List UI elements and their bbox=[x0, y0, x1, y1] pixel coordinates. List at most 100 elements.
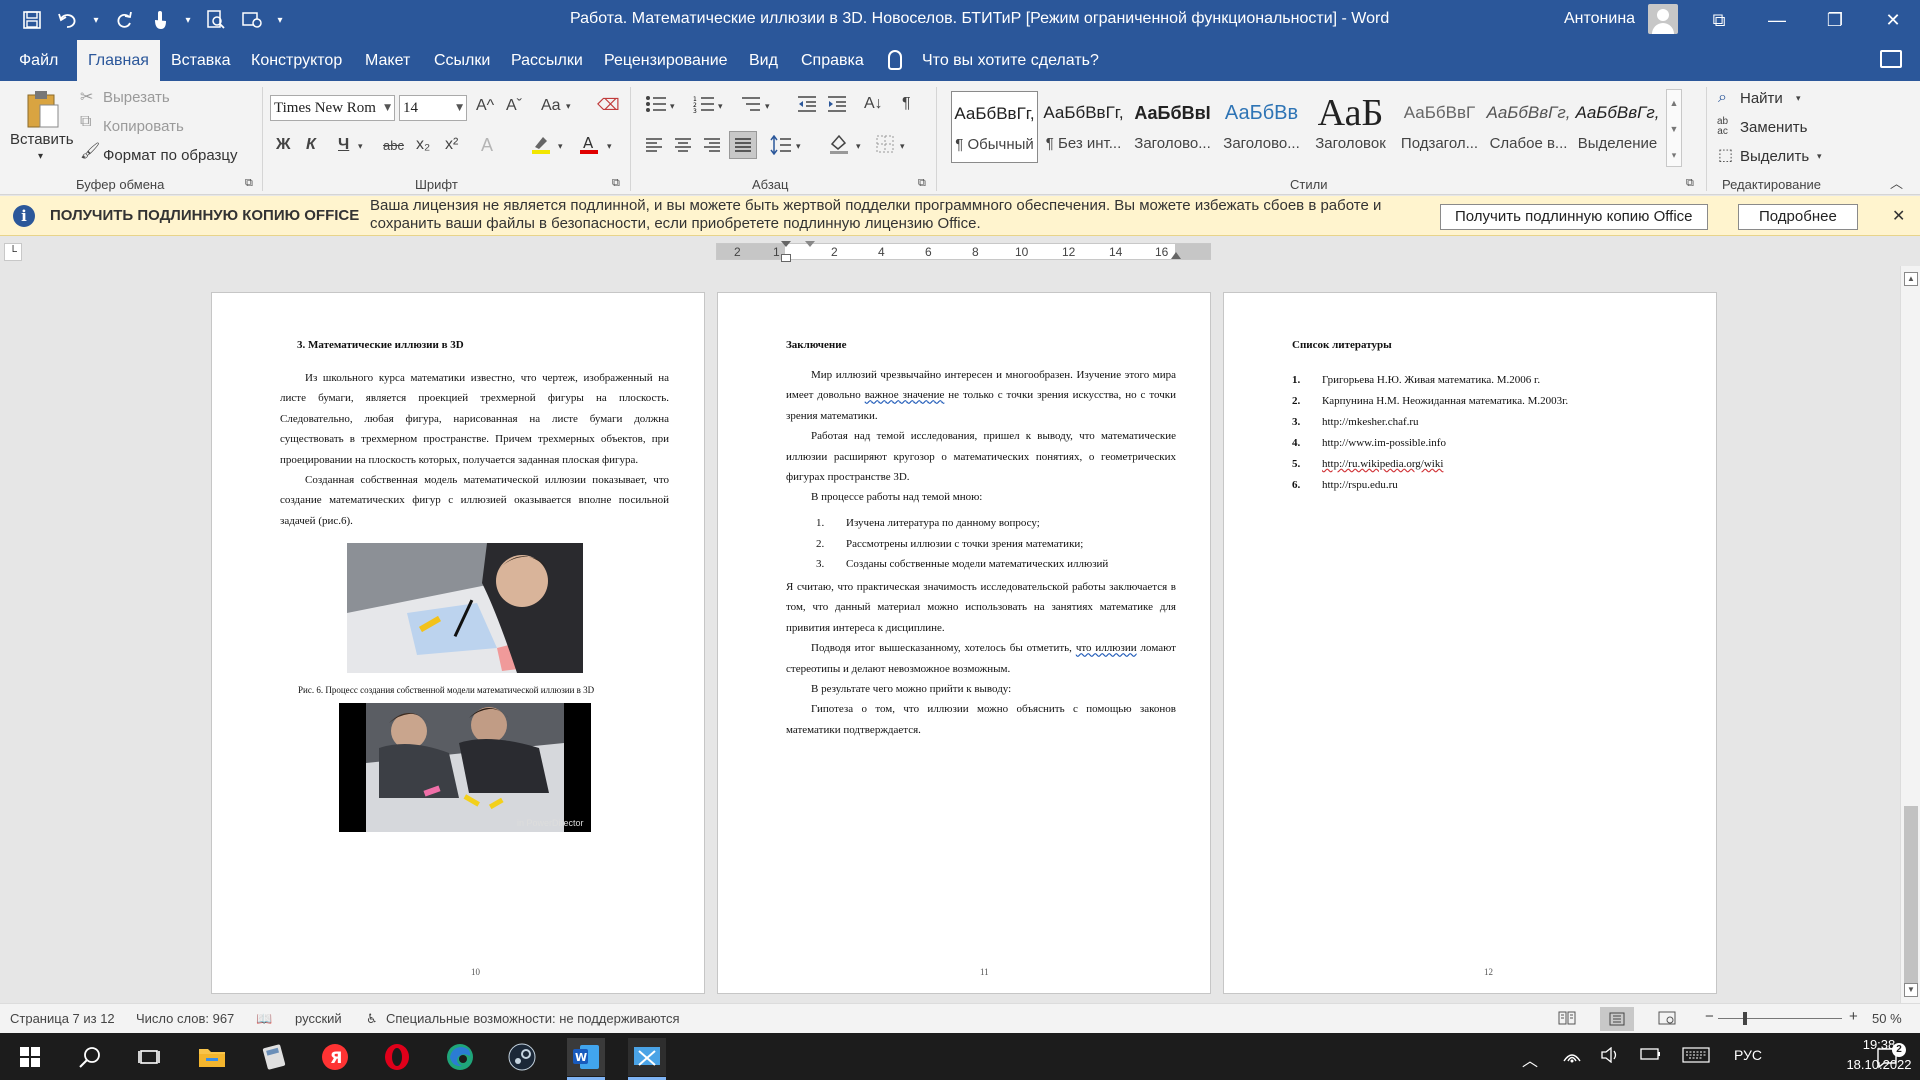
save-icon[interactable] bbox=[18, 7, 46, 33]
tab-review[interactable]: Рецензирование bbox=[593, 40, 739, 81]
tab-help[interactable]: Справка bbox=[790, 40, 875, 81]
tab-view[interactable]: Вид bbox=[738, 40, 789, 81]
minimize-button[interactable]: — bbox=[1748, 0, 1806, 40]
calculator-app-icon[interactable] bbox=[258, 1041, 290, 1073]
superscript-button[interactable]: x² bbox=[445, 136, 458, 154]
file-explorer-icon[interactable] bbox=[196, 1041, 228, 1073]
paste-button[interactable]: Вставить bbox=[10, 131, 74, 148]
style-subtle-emphasis[interactable]: АаБбВвГг, Слабое в... bbox=[1485, 91, 1572, 163]
tab-layout[interactable]: Макет bbox=[354, 40, 421, 81]
first-line-indent-marker[interactable] bbox=[781, 241, 791, 247]
undo-icon[interactable] bbox=[54, 7, 82, 33]
redo-icon[interactable] bbox=[110, 7, 138, 33]
steam-icon[interactable] bbox=[506, 1041, 538, 1073]
snipping-tool-icon[interactable] bbox=[628, 1038, 666, 1076]
grow-font-icon[interactable]: A^ bbox=[476, 97, 494, 115]
change-case-icon[interactable]: Aa bbox=[541, 97, 561, 115]
page-12[interactable]: Список литературы 1. Григорьева Н.Ю. Жива… bbox=[1223, 292, 1717, 994]
cut-icon[interactable]: ✂ bbox=[80, 87, 93, 107]
numbering-dropdown-icon[interactable]: ▾ bbox=[718, 101, 723, 112]
accessibility-status[interactable]: Специальные возможности: не поддерживают… bbox=[386, 1011, 680, 1026]
highlight-dropdown-icon[interactable]: ▾ bbox=[558, 141, 563, 152]
learn-more-button[interactable]: Подробнее bbox=[1738, 204, 1858, 230]
page-count[interactable]: Страница 7 из 12 bbox=[10, 1011, 115, 1026]
select-dropdown-icon[interactable]: ▾ bbox=[1817, 151, 1822, 162]
find-dropdown-icon[interactable]: ▾ bbox=[1796, 93, 1801, 104]
borders-dropdown-icon[interactable]: ▾ bbox=[900, 141, 905, 152]
battery-icon[interactable] bbox=[1640, 1047, 1662, 1066]
align-right-icon[interactable] bbox=[703, 137, 721, 158]
zoom-in-button[interactable]: + bbox=[1849, 1008, 1858, 1025]
tab-home[interactable]: Главная bbox=[77, 40, 160, 81]
first-line-indent-marker-2[interactable] bbox=[805, 241, 815, 247]
format-painter-button[interactable]: Формат по образцу bbox=[103, 147, 238, 164]
scroll-down-icon[interactable]: ▼ bbox=[1904, 983, 1918, 997]
numbering-icon[interactable]: 123 bbox=[693, 95, 715, 118]
underline-button[interactable]: Ч bbox=[338, 136, 349, 154]
style-subtitle[interactable]: АаБбВвГ Подзагол... bbox=[1396, 91, 1483, 163]
subscript-button[interactable]: x₂ bbox=[416, 136, 430, 154]
increase-indent-icon[interactable] bbox=[826, 95, 848, 118]
word-taskbar-icon[interactable]: W bbox=[567, 1038, 605, 1076]
scroll-up-icon[interactable]: ▲ bbox=[1904, 272, 1918, 286]
paste-dropdown-icon[interactable]: ▾ bbox=[38, 151, 43, 162]
change-case-dropdown-icon[interactable]: ▾ bbox=[566, 101, 571, 112]
tab-design[interactable]: Конструктор bbox=[240, 40, 353, 81]
page-10[interactable]: 3. Математические иллюзии в 3D Из школьн… bbox=[211, 292, 705, 994]
font-color-dropdown-icon[interactable]: ▾ bbox=[607, 141, 612, 152]
get-genuine-office-button[interactable]: Получить подлинную копию Office bbox=[1440, 204, 1708, 230]
collapse-ribbon-icon[interactable]: ︿ bbox=[1890, 173, 1903, 192]
shading-icon[interactable] bbox=[828, 133, 850, 160]
underline-dropdown-icon[interactable]: ▾ bbox=[358, 141, 363, 152]
multilevel-dropdown-icon[interactable]: ▾ bbox=[765, 101, 770, 112]
justify-icon[interactable] bbox=[729, 131, 757, 159]
strikethrough-button[interactable]: abc bbox=[383, 138, 404, 153]
replace-icon[interactable]: ab ac bbox=[1717, 117, 1728, 137]
font-name-combo[interactable]: Times New Rom ▼ bbox=[270, 95, 395, 121]
style-normal[interactable]: АаБбВвГг, ¶ Обычный bbox=[951, 91, 1038, 163]
clipboard-launcher-icon[interactable]: ⧉ bbox=[245, 177, 253, 190]
format-painter-icon[interactable]: 🖌 bbox=[80, 141, 100, 161]
paste-icon[interactable] bbox=[26, 89, 60, 129]
document-area[interactable]: 3. Математические иллюзии в 3D Из школьн… bbox=[0, 266, 1900, 1003]
multilevel-list-icon[interactable] bbox=[740, 95, 762, 118]
undo-dropdown-icon[interactable]: ▾ bbox=[90, 7, 102, 33]
bullets-icon[interactable] bbox=[645, 95, 667, 118]
tab-insert[interactable]: Вставка bbox=[160, 40, 241, 81]
scroll-thumb[interactable] bbox=[1904, 806, 1918, 990]
volume-icon[interactable] bbox=[1600, 1046, 1620, 1068]
customize-qat-icon[interactable]: ▾ bbox=[274, 7, 286, 33]
text-effects-icon[interactable]: A bbox=[481, 135, 493, 156]
find-icon[interactable]: ⌕ bbox=[1718, 89, 1727, 107]
style-no-spacing[interactable]: АаБбВвГг, ¶ Без инт... bbox=[1040, 91, 1127, 163]
tell-me-search[interactable]: Что вы хотите сделать? bbox=[922, 40, 1099, 81]
copy-button[interactable]: Копировать bbox=[103, 118, 184, 135]
zoom-slider[interactable] bbox=[1718, 1018, 1842, 1019]
align-left-icon[interactable] bbox=[645, 137, 663, 158]
proofing-icon[interactable]: 📖 bbox=[256, 1011, 272, 1027]
input-language[interactable]: РУС bbox=[1734, 1047, 1762, 1063]
hanging-indent-marker[interactable] bbox=[781, 254, 791, 262]
edge-browser-icon[interactable] bbox=[444, 1041, 476, 1073]
word-count[interactable]: Число слов: 967 bbox=[136, 1011, 234, 1026]
replace-button[interactable]: Заменить bbox=[1740, 119, 1807, 136]
line-spacing-icon[interactable] bbox=[770, 134, 792, 160]
ribbon-display-options-icon[interactable]: ⧉ bbox=[1690, 0, 1748, 40]
vertical-scrollbar[interactable]: ▲ ▼ bbox=[1900, 266, 1920, 1003]
zoom-level[interactable]: 50 % bbox=[1872, 1011, 1902, 1026]
style-title[interactable]: АаБ Заголовок bbox=[1307, 91, 1394, 163]
user-name[interactable]: Антонина bbox=[1564, 10, 1635, 28]
search-icon[interactable] bbox=[74, 1041, 106, 1073]
tab-selector-icon[interactable]: └ bbox=[4, 243, 22, 261]
highlight-color-icon[interactable] bbox=[530, 133, 552, 160]
show-hidden-icons-icon[interactable]: ︿ bbox=[1522, 1047, 1538, 1071]
close-warning-icon[interactable]: ✕ bbox=[1892, 206, 1905, 226]
tab-references[interactable]: Ссылки bbox=[423, 40, 501, 81]
paragraph-launcher-icon[interactable]: ⧉ bbox=[918, 177, 926, 190]
shrink-font-icon[interactable]: Aˇ bbox=[506, 97, 522, 115]
styles-gallery-scroll[interactable]: ▲ ▼ ▾ bbox=[1666, 89, 1682, 167]
font-color-icon[interactable]: A bbox=[578, 133, 600, 160]
styles-launcher-icon[interactable]: ⧉ bbox=[1686, 177, 1694, 190]
task-view-icon[interactable] bbox=[133, 1041, 165, 1073]
borders-icon[interactable] bbox=[876, 135, 894, 158]
